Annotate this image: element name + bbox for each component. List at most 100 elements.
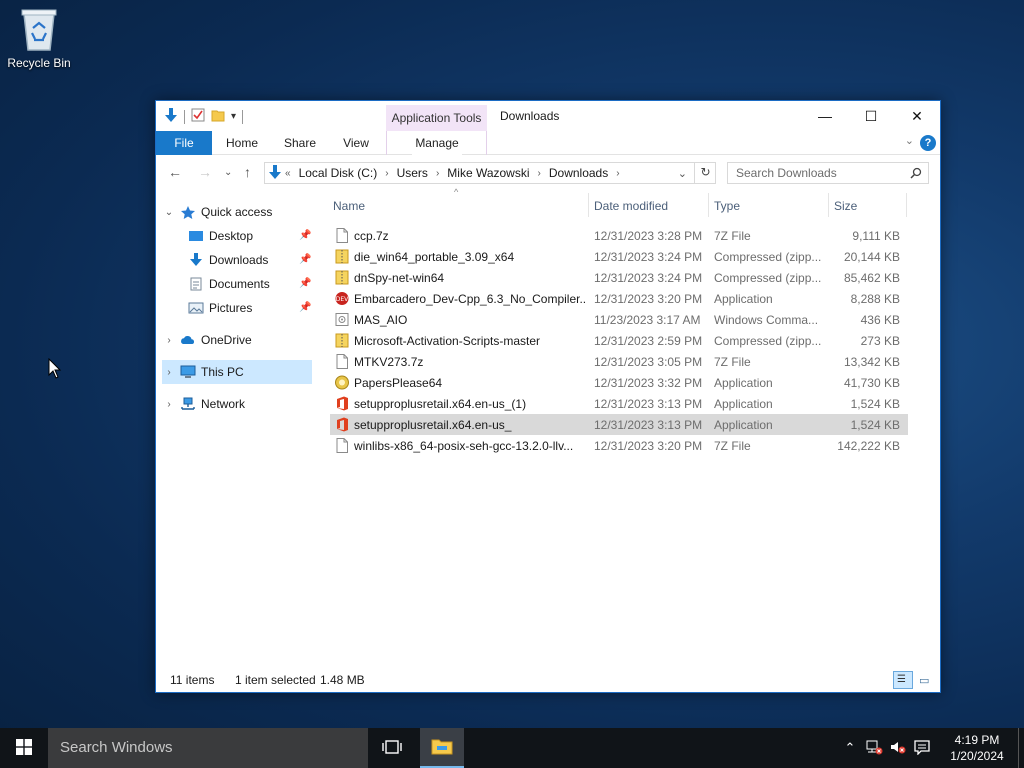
recent-locations-chevron-icon[interactable]: ⌄ <box>224 167 232 178</box>
minimize-button[interactable]: — <box>802 101 848 131</box>
nav-this-pc[interactable]: › This PC <box>162 360 312 384</box>
system-clock[interactable]: 4:19 PM 1/20/2024 <box>940 732 1014 764</box>
column-divider[interactable] <box>828 193 829 217</box>
show-hidden-icons-chevron-icon[interactable]: ⌃ <box>838 740 862 756</box>
navigation-pane: ⌄ Quick access Desktop 📌 Downloads 📌 Doc… <box>156 200 314 660</box>
nav-network[interactable]: › Network <box>162 392 245 416</box>
address-history-chevron-icon[interactable]: ⌄ <box>678 167 687 180</box>
column-divider[interactable] <box>906 193 907 217</box>
nav-pictures[interactable]: Pictures <box>184 296 252 320</box>
maximize-button[interactable]: ☐ <box>848 101 894 131</box>
crumb-local-disk[interactable]: Local Disk (C:) <box>299 166 378 180</box>
details-view-button[interactable]: ☰ <box>893 671 913 689</box>
crumb-separator-icon[interactable]: › <box>436 168 439 179</box>
overflow-crumb[interactable]: « <box>285 168 291 179</box>
tab-home[interactable]: Home <box>226 131 258 155</box>
file-row[interactable]: dnSpy-net-win64 12/31/2023 3:24 PM Compres… <box>330 267 908 288</box>
file-date: 12/31/2023 3:20 PM <box>594 439 703 453</box>
column-divider[interactable] <box>708 193 709 217</box>
crumb-downloads[interactable]: Downloads <box>549 166 608 180</box>
pin-icon[interactable]: 📌 <box>299 230 311 241</box>
column-header-type[interactable]: Type <box>714 199 740 213</box>
help-icon[interactable]: ? <box>920 135 936 151</box>
collapse-chevron-icon[interactable]: ⌄ <box>162 207 176 218</box>
nav-label: OneDrive <box>201 333 252 347</box>
customize-toolbar-chevron-icon[interactable]: ▾ <box>231 111 236 122</box>
windows-logo-icon <box>16 738 32 758</box>
column-header-size[interactable]: Size <box>834 199 857 213</box>
file-row[interactable]: setupproplusretail.x64.en-us_(1) 12/31/20… <box>330 393 908 414</box>
file-type: Application <box>714 397 773 411</box>
column-header-date[interactable]: Date modified <box>594 199 668 213</box>
pictures-folder-icon <box>188 301 204 315</box>
nav-documents[interactable]: Documents <box>184 272 270 296</box>
crumb-user-folder[interactable]: Mike Wazowski <box>447 166 529 180</box>
nav-onedrive[interactable]: › OneDrive <box>162 328 252 352</box>
expand-chevron-icon[interactable]: › <box>162 367 176 378</box>
file-name: PapersPlease64 <box>354 376 443 390</box>
crumb-separator-icon[interactable]: › <box>616 168 619 179</box>
crumb-separator-icon[interactable]: › <box>538 168 541 179</box>
forward-arrow-icon[interactable]: → <box>198 164 212 180</box>
expand-chevron-icon[interactable]: › <box>162 399 176 410</box>
file-row[interactable]: PapersPlease64 12/31/2023 3:32 PM Applicat… <box>330 372 908 393</box>
nav-quick-access[interactable]: ⌄ Quick access <box>162 200 272 224</box>
back-arrow-icon[interactable]: ← <box>168 164 182 180</box>
properties-icon[interactable] <box>191 108 205 125</box>
close-button[interactable]: ✕ <box>894 101 940 131</box>
nav-label: Documents <box>209 277 270 291</box>
tab-share[interactable]: Share <box>284 131 316 155</box>
taskbar-search-input[interactable]: Search Windows <box>48 728 368 768</box>
expand-chevron-icon[interactable]: › <box>162 335 176 346</box>
up-arrow-icon[interactable]: ↑ <box>244 164 251 180</box>
network-disconnected-icon[interactable] <box>862 739 886 758</box>
tab-file[interactable]: File <box>156 131 212 155</box>
file-row[interactable]: DEV Embarcadero_Dev-Cpp_6.3_No_Compiler..… <box>330 288 908 309</box>
file-row[interactable]: setupproplusretail.x64.en-us_ 12/31/2023 … <box>330 414 908 435</box>
tab-view[interactable]: View <box>342 131 370 155</box>
volume-muted-icon[interactable] <box>886 739 910 758</box>
start-button[interactable] <box>0 728 48 768</box>
pin-icon[interactable]: 📌 <box>299 254 311 265</box>
expand-ribbon-chevron-icon[interactable]: ⌄ <box>905 134 914 147</box>
pin-icon[interactable]: 📌 <box>299 278 311 289</box>
nav-downloads[interactable]: Downloads <box>184 248 268 272</box>
papers-please-icon <box>335 375 349 390</box>
nav-desktop[interactable]: Desktop <box>184 224 253 248</box>
file-list: ^ Name Date modified Type Size ccp.7z 12/… <box>330 187 908 456</box>
file-row[interactable]: winlibs-x86_64-posix-seh-gcc-13.2.0-llv.… <box>330 435 908 456</box>
file-type: Compressed (zipp... <box>714 334 822 348</box>
file-name: Microsoft-Activation-Scripts-master <box>354 334 541 348</box>
file-row[interactable]: MTKV273.7z 12/31/2023 3:05 PM 7Z File 13,34… <box>330 351 908 372</box>
column-header-name[interactable]: Name <box>333 199 365 213</box>
notifications-icon[interactable] <box>910 739 934 758</box>
file-date: 11/23/2023 3:17 AM <box>594 313 701 327</box>
pin-icon[interactable]: 📌 <box>299 302 311 313</box>
column-divider[interactable] <box>588 193 589 217</box>
task-view-button[interactable] <box>372 728 412 768</box>
recycle-bin-shortcut[interactable]: Recycle Bin <box>4 6 74 70</box>
taskbar-file-explorer[interactable] <box>420 728 464 768</box>
show-desktop-button[interactable] <box>1018 728 1024 768</box>
file-date: 12/31/2023 3:13 PM <box>594 418 703 432</box>
refresh-button[interactable]: ↻ <box>694 162 716 184</box>
devcpp-icon: DEV <box>335 291 349 306</box>
zip-folder-icon <box>335 270 349 285</box>
file-row[interactable]: MAS_AIO 11/23/2023 3:17 AM Windows Comma..… <box>330 309 908 330</box>
file-size: 1,524 KB <box>850 418 900 432</box>
task-view-icon <box>382 739 402 758</box>
file-row[interactable]: Microsoft-Activation-Scripts-master 12/31… <box>330 330 908 351</box>
address-bar[interactable]: « Local Disk (C:) › Users › Mike Wazowsk… <box>264 162 716 184</box>
file-row[interactable]: die_win64_portable_3.09_x64 12/31/2023 3:… <box>330 246 908 267</box>
file-row[interactable]: ccp.7z 12/31/2023 3:28 PM 7Z File 9,111 KB <box>330 225 908 246</box>
crumb-separator-icon[interactable]: › <box>385 168 388 179</box>
tab-manage[interactable]: Manage <box>412 131 462 155</box>
search-input[interactable]: Search Downloads <box>727 162 929 184</box>
download-arrow-icon[interactable] <box>164 107 178 126</box>
documents-folder-icon <box>188 277 204 291</box>
office-icon <box>335 417 349 432</box>
new-folder-icon[interactable] <box>211 108 225 125</box>
large-icons-view-button[interactable]: ▭ <box>915 671 935 689</box>
crumb-users[interactable]: Users <box>397 166 428 180</box>
system-tray: ⌃ 4:19 PM 1/20/2024 <box>838 728 1024 768</box>
